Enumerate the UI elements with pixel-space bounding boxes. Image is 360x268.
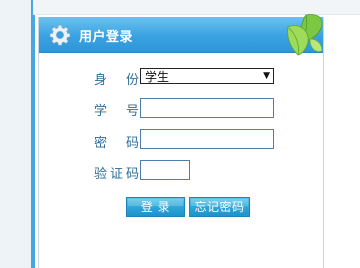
chevron-down-icon[interactable]: ▼ [263, 69, 270, 84]
identity-select[interactable]: 学生 ▼ [140, 68, 274, 84]
login-button[interactable]: 登 录 [126, 197, 185, 217]
student-id-input[interactable] [140, 98, 274, 118]
leaf-icon [287, 14, 323, 56]
captcha-label: 验证码 [94, 167, 139, 182]
panel-header: 用户登录 [39, 14, 323, 56]
identity-label: 身 份 [94, 73, 139, 88]
panel-title: 用户登录 [79, 30, 134, 45]
login-button-label: 登 录 [140, 200, 171, 214]
left-background [0, 0, 33, 268]
identity-select-value: 学生 [145, 70, 170, 84]
captcha-input[interactable] [140, 160, 190, 180]
forgot-password-button-label: 忘记密码 [194, 200, 245, 214]
student-id-label: 学 号 [94, 104, 139, 119]
left-border [31, 0, 35, 268]
gear-icon [49, 25, 71, 46]
password-input[interactable] [140, 129, 274, 149]
password-label: 密 码 [94, 136, 139, 151]
forgot-password-button[interactable]: 忘记密码 [189, 197, 250, 217]
login-panel: 用户登录 身 份 学生 ▼ 学 号 密 码 验证码 登 录 忘记密码 [38, 14, 324, 268]
